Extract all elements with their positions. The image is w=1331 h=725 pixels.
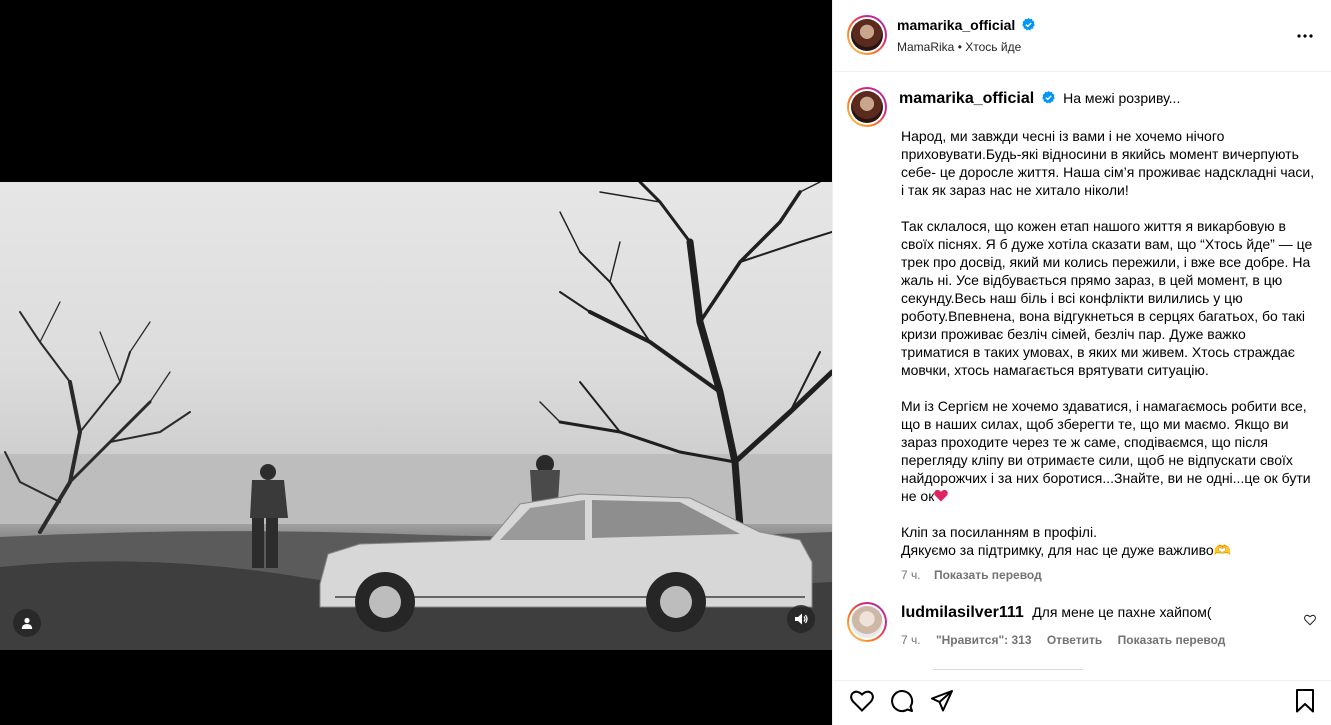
share-button[interactable] — [929, 688, 955, 714]
video-frame[interactable] — [0, 182, 832, 650]
comment-header: ludmilasilver111 Для мене це пахне хайпо… — [901, 604, 1212, 622]
share-icon — [931, 690, 953, 712]
commenter-username[interactable]: ludmilasilver111 — [901, 604, 1024, 621]
like-button[interactable] — [849, 688, 875, 714]
caption-author-username[interactable]: mamarika_official — [899, 90, 1034, 107]
author-username-row: mamarika_official — [897, 17, 1036, 33]
caption-closing-line-2: Дякуємо за підтримку, для нас це дуже ва… — [901, 542, 1232, 558]
red-heart-emoji-icon — [934, 489, 949, 502]
caption-paragraph: Народ, ми завжди чесні із вами і не хоче… — [901, 128, 1315, 198]
verified-badge-icon — [1022, 18, 1036, 31]
caption-closing-line-1: Кліп за посиланням в профілі. — [901, 524, 1097, 540]
post-media[interactable] — [0, 0, 832, 725]
caption-translate-link[interactable]: Показать перевод — [934, 568, 1042, 582]
verified-badge-icon — [1041, 91, 1055, 104]
audio-track-link[interactable]: Хтось йде — [965, 40, 1021, 54]
comment-text: Для мене це пахне хайпом( — [1032, 604, 1212, 620]
caption-paragraph: Так склалося, що кожен етап нашого життя… — [901, 218, 1313, 378]
caption-time[interactable]: 7 ч. — [901, 568, 921, 582]
comment-likes-count[interactable]: "Нравится": 313 — [936, 633, 1032, 647]
next-comment-preview — [933, 669, 1083, 675]
caption-author-avatar[interactable] — [847, 87, 887, 127]
caption-paragraph: Ми із Сергієм не хочемо здаватися, і нам… — [901, 398, 1311, 504]
post-actions-bar — [833, 680, 1331, 725]
caption-text: Народ, ми завжди чесні із вами і не хоче… — [901, 127, 1317, 559]
mute-button[interactable] — [787, 605, 815, 633]
comment-icon — [891, 690, 914, 713]
post-side-panel: mamarika_official MamaRika • Хтось йде m… — [832, 0, 1331, 725]
comment-reply-link[interactable]: Ответить — [1047, 633, 1102, 647]
caption-paragraph: Кліп за посиланням в профілі. Дякуємо за… — [901, 523, 1317, 559]
comment-time[interactable]: 7 ч. — [901, 633, 921, 647]
post-header: mamarika_official MamaRika • Хтось йде — [833, 0, 1331, 72]
audio-attribution: MamaRika • Хтось йде — [897, 40, 1021, 54]
video-scene-image — [0, 182, 832, 650]
save-button[interactable] — [1292, 688, 1318, 714]
caption-first-line: На межі розриву... — [1063, 90, 1181, 106]
speaker-icon — [794, 613, 808, 625]
commenter-avatar[interactable] — [847, 602, 887, 642]
comment-meta: 7 ч. "Нравится": 313 Ответить Показать п… — [901, 633, 1237, 647]
user-tag-icon — [21, 617, 33, 629]
author-avatar[interactable] — [847, 15, 887, 55]
caption-meta: 7 ч. Показать перевод — [901, 568, 1052, 582]
comment-item: ludmilasilver111 Для мене це пахне хайпо… — [833, 598, 1331, 660]
more-dots-icon — [1297, 34, 1313, 38]
bookmark-icon — [1296, 689, 1314, 713]
comments-scroll-area[interactable]: mamarika_official На межі розриву... Нар… — [833, 73, 1331, 679]
author-username[interactable]: mamarika_official — [897, 17, 1015, 33]
heart-icon — [850, 690, 874, 712]
user-tags-button[interactable] — [13, 609, 41, 637]
more-options-button[interactable] — [1295, 26, 1315, 46]
comment-translate-link[interactable]: Показать перевод — [1118, 633, 1226, 647]
caption-header: mamarika_official На межі розриву... — [899, 90, 1180, 108]
audio-artist-link[interactable]: MamaRika — [897, 40, 954, 54]
separator-dot: • — [957, 40, 962, 54]
comment-button[interactable] — [889, 688, 915, 714]
comment-heart-icon[interactable] — [1304, 614, 1316, 626]
